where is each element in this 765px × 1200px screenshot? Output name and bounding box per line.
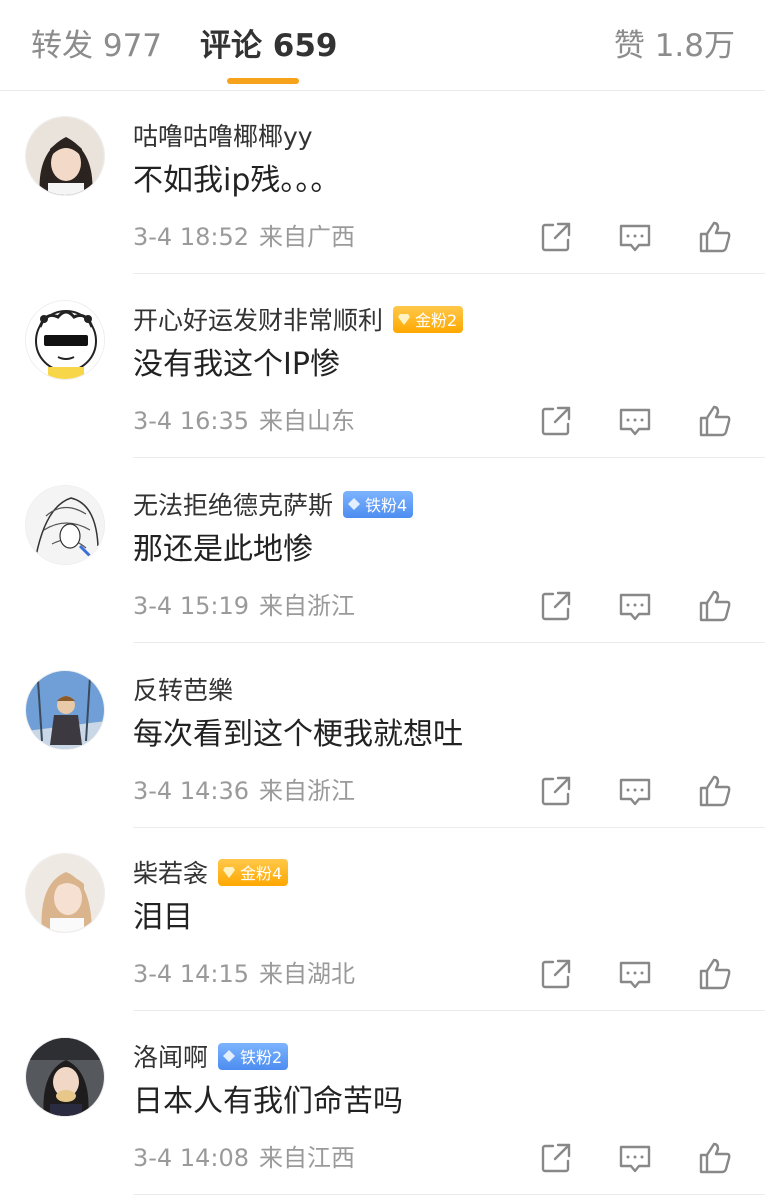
comment-text: 泪目 <box>133 900 193 935</box>
share-icon[interactable] <box>538 403 574 439</box>
divider <box>133 273 765 274</box>
avatar[interactable] <box>25 670 105 750</box>
comment-meta: 3-4 16:35 来自山东 <box>133 405 355 437</box>
share-icon[interactable] <box>538 956 574 992</box>
divider <box>133 1010 765 1011</box>
tab-comments[interactable]: 评论 659 <box>200 26 338 66</box>
comment-item: 咕噜咕噜椰椰yy 不如我ip残。。。 3-4 18:52 来自广西 <box>0 91 765 274</box>
avatar[interactable] <box>25 116 105 196</box>
fan-badge[interactable]: 铁粉2 <box>218 1042 289 1070</box>
reply-icon[interactable] <box>617 403 653 439</box>
comment-text: 那还是此地惨 <box>133 532 313 567</box>
diamond-icon <box>348 498 361 510</box>
fan-badge[interactable]: 金粉4 <box>218 858 289 886</box>
location: 来自湖北 <box>259 960 355 988</box>
comment-text: 没有我这个IP惨 <box>133 347 340 382</box>
tab-repost[interactable]: 转发 977 <box>31 26 162 66</box>
reply-icon[interactable] <box>617 1140 653 1176</box>
like-icon[interactable] <box>697 956 733 992</box>
comment-item: 洛闻啊 铁粉2 日本人有我们命苦吗 3-4 14:08 来自江西 <box>0 1012 765 1195</box>
diamond-icon <box>398 314 411 325</box>
reply-icon[interactable] <box>617 956 653 992</box>
badge-label: 铁粉2 <box>240 1048 283 1067</box>
like-icon[interactable] <box>697 773 733 809</box>
timestamp: 3-4 14:08 <box>133 1144 249 1172</box>
tab-likes[interactable]: 赞 1.8万 <box>614 26 735 66</box>
timestamp: 3-4 16:35 <box>133 407 249 435</box>
location: 来自广西 <box>259 223 355 251</box>
username[interactable]: 反转芭樂 <box>133 671 233 707</box>
badge-label: 金粉2 <box>415 311 458 330</box>
like-icon[interactable] <box>697 403 733 439</box>
comment-meta: 3-4 15:19 来自浙江 <box>133 590 355 622</box>
username[interactable]: 柴若衾 <box>133 854 208 890</box>
avatar[interactable] <box>25 485 105 565</box>
diamond-icon <box>223 867 236 878</box>
active-tab-indicator <box>227 78 299 84</box>
avatar[interactable] <box>25 1037 105 1117</box>
comment-tabs: 转发 977 评论 659 赞 1.8万 <box>0 0 765 91</box>
like-icon[interactable] <box>697 1140 733 1176</box>
location: 来自江西 <box>259 1144 355 1172</box>
divider <box>133 1194 765 1195</box>
username[interactable]: 洛闻啊 <box>133 1038 208 1074</box>
avatar[interactable] <box>25 300 105 380</box>
comment-text: 不如我ip残。。。 <box>133 163 341 198</box>
diamond-icon <box>223 1050 236 1062</box>
like-icon[interactable] <box>697 588 733 624</box>
badge-label: 铁粉4 <box>365 496 408 515</box>
divider <box>133 457 765 458</box>
location: 来自浙江 <box>259 777 355 805</box>
timestamp: 3-4 14:15 <box>133 960 249 988</box>
fan-badge[interactable]: 金粉2 <box>393 305 464 333</box>
comment-meta: 3-4 14:08 来自江西 <box>133 1142 355 1174</box>
comment-item: 柴若衾 金粉4 泪目 3-4 14:15 来自湖北 <box>0 828 765 1011</box>
reply-icon[interactable] <box>617 773 653 809</box>
username[interactable]: 无法拒绝德克萨斯 <box>133 486 333 522</box>
share-icon[interactable] <box>538 219 574 255</box>
fan-badge[interactable]: 铁粉4 <box>343 490 414 518</box>
comment-item: 无法拒绝德克萨斯 铁粉4 那还是此地惨 3-4 15:19 来自浙江 <box>0 460 765 643</box>
share-icon[interactable] <box>538 773 574 809</box>
comment-meta: 3-4 18:52 来自广西 <box>133 221 355 253</box>
comment-meta: 3-4 14:15 来自湖北 <box>133 958 355 990</box>
comment-item: 开心好运发财非常顺利 金粉2 没有我这个IP惨 3-4 16:35 来自山东 <box>0 275 765 458</box>
like-icon[interactable] <box>697 219 733 255</box>
comment-item: 反转芭樂 每次看到这个梗我就想吐 3-4 14:36 来自浙江 <box>0 645 765 828</box>
comment-meta: 3-4 14:36 来自浙江 <box>133 775 355 807</box>
location: 来自浙江 <box>259 592 355 620</box>
badge-label: 金粉4 <box>240 864 283 883</box>
timestamp: 3-4 15:19 <box>133 592 249 620</box>
reply-icon[interactable] <box>617 588 653 624</box>
comment-text: 日本人有我们命苦吗 <box>133 1084 403 1119</box>
share-icon[interactable] <box>538 588 574 624</box>
divider <box>133 642 765 643</box>
share-icon[interactable] <box>538 1140 574 1176</box>
timestamp: 3-4 14:36 <box>133 777 249 805</box>
username[interactable]: 咕噜咕噜椰椰yy <box>133 117 313 153</box>
avatar[interactable] <box>25 853 105 933</box>
comment-text: 每次看到这个梗我就想吐 <box>133 717 463 752</box>
reply-icon[interactable] <box>617 219 653 255</box>
timestamp: 3-4 18:52 <box>133 223 249 251</box>
username[interactable]: 开心好运发财非常顺利 <box>133 301 383 337</box>
location: 来自山东 <box>259 407 355 435</box>
